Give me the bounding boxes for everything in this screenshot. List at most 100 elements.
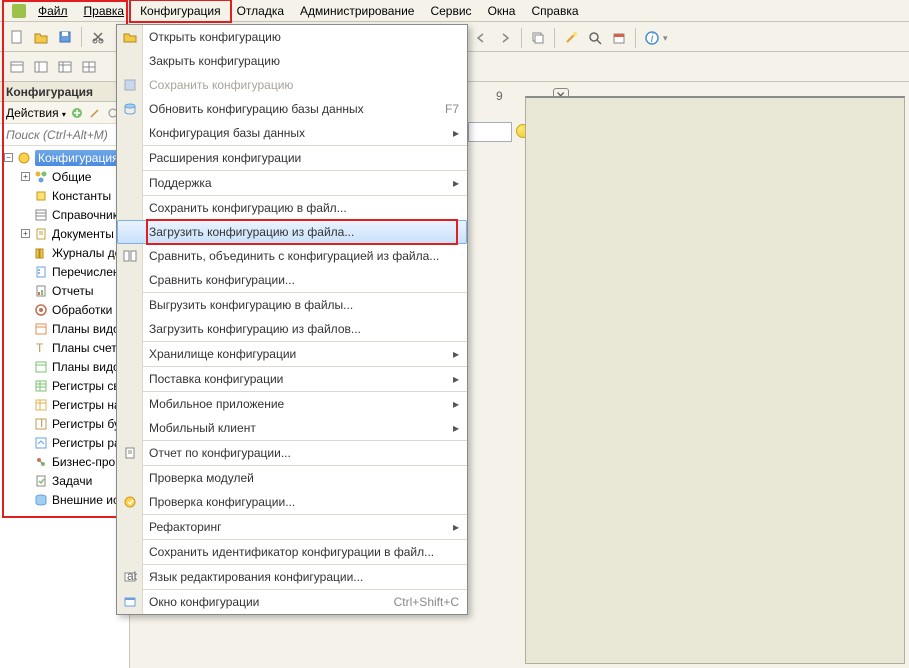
tree-item[interactable]: Регистры сведений bbox=[0, 376, 129, 395]
actions-dropdown[interactable]: Действия ▾ bbox=[6, 106, 66, 120]
tree-item[interactable]: Константы bbox=[0, 186, 129, 205]
content-area bbox=[525, 96, 905, 664]
chevron-right-icon: ▸ bbox=[453, 347, 459, 361]
panel-actions: Действия ▾ bbox=[0, 102, 129, 124]
tree-item[interactable]: Планы видов bbox=[0, 357, 129, 376]
tree-item[interactable]: ТПланы счетов bbox=[0, 338, 129, 357]
sheet3-icon[interactable] bbox=[54, 56, 76, 78]
menu-mobile-app[interactable]: Мобильное приложение▸ bbox=[117, 392, 467, 416]
menu-close-config[interactable]: Закрыть конфигурацию bbox=[117, 49, 467, 73]
menu-update-db[interactable]: Обновить конфигурацию базы данныхF7 bbox=[117, 97, 467, 121]
menu-help[interactable]: Справка bbox=[523, 2, 586, 20]
menu-export-files[interactable]: Выгрузить конфигурацию в файлы... bbox=[117, 293, 467, 317]
menu-db-config[interactable]: Конфигурация базы данных▸ bbox=[117, 121, 467, 145]
chevron-right-icon: ▸ bbox=[453, 421, 459, 435]
chevron-right-icon: ▸ bbox=[453, 176, 459, 190]
menu-repository[interactable]: Хранилище конфигурации▸ bbox=[117, 342, 467, 366]
configuration-dropdown: Открыть конфигурацию Закрыть конфигураци… bbox=[116, 24, 468, 615]
menu-service[interactable]: Сервис bbox=[422, 2, 479, 20]
menu-check-config[interactable]: Проверка конфигурации... bbox=[117, 490, 467, 514]
menu-support[interactable]: Поддержка▸ bbox=[117, 171, 467, 195]
config-panel: Конфигурация ✕ Действия ▾ − Конфигурация… bbox=[0, 82, 130, 668]
app-icon bbox=[8, 0, 30, 22]
save-icon[interactable] bbox=[54, 26, 76, 48]
save-icon bbox=[121, 76, 139, 94]
tree-item[interactable]: Регистры расчета bbox=[0, 433, 129, 452]
sheet2-icon[interactable] bbox=[30, 56, 52, 78]
menu-save-config[interactable]: Сохранить конфигурацию bbox=[117, 73, 467, 97]
tree-item[interactable]: Внешние источники bbox=[0, 490, 129, 509]
tree-item[interactable]: Перечисления bbox=[0, 262, 129, 281]
chevron-right-icon: ▸ bbox=[453, 520, 459, 534]
svg-text:ab: ab bbox=[127, 570, 137, 583]
tree-item[interactable]: Отчеты bbox=[0, 281, 129, 300]
menu-save-to-file[interactable]: Сохранить конфигурацию в файл... bbox=[117, 196, 467, 220]
chevron-right-icon: ▸ bbox=[453, 126, 459, 140]
menu-import-files[interactable]: Загрузить конфигурацию из файлов... bbox=[117, 317, 467, 341]
menu-administration[interactable]: Администрирование bbox=[292, 2, 422, 20]
menu-open-config[interactable]: Открыть конфигурацию bbox=[117, 25, 467, 49]
menu-debug[interactable]: Отладка bbox=[229, 2, 292, 20]
sheet1-icon[interactable] bbox=[6, 56, 28, 78]
wand2-icon[interactable] bbox=[88, 106, 102, 120]
menu-configuration[interactable]: Конфигурация bbox=[132, 2, 229, 20]
tree-item[interactable]: Регистры накопления bbox=[0, 395, 129, 414]
menu-save-id[interactable]: Сохранить идентификатор конфигурации в ф… bbox=[117, 540, 467, 564]
chevron-right-icon: ▸ bbox=[453, 372, 459, 386]
menu-windows[interactable]: Окна bbox=[480, 2, 524, 20]
menu-file[interactable]: Файл bbox=[30, 2, 76, 20]
calendar-icon[interactable] bbox=[608, 27, 630, 49]
tree-item[interactable]: +Документы bbox=[0, 224, 129, 243]
menu-mobile-client[interactable]: Мобильный клиент▸ bbox=[117, 416, 467, 440]
open-icon[interactable] bbox=[30, 26, 52, 48]
menu-edit[interactable]: Правка bbox=[76, 2, 133, 20]
tree-item[interactable]: Бизнес-процессы bbox=[0, 452, 129, 471]
lang-icon: ab bbox=[121, 568, 139, 586]
small-field[interactable] bbox=[468, 122, 512, 142]
cut-icon[interactable] bbox=[87, 26, 109, 48]
compare-merge-icon bbox=[121, 247, 139, 265]
menu-config-window[interactable]: Окно конфигурацииCtrl+Shift+C bbox=[117, 590, 467, 614]
panel-title: Конфигурация ✕ bbox=[0, 82, 129, 102]
tree-item[interactable]: Обработки bbox=[0, 300, 129, 319]
tree-item[interactable]: +Общие bbox=[0, 167, 129, 186]
toolbar-right-section: i ▾ bbox=[470, 24, 668, 52]
window-icon bbox=[121, 593, 139, 611]
menu-config-report[interactable]: Отчет по конфигурации... bbox=[117, 441, 467, 465]
tree-item[interactable]: Задачи bbox=[0, 471, 129, 490]
sheet4-icon[interactable] bbox=[78, 56, 100, 78]
db-update-icon bbox=[121, 100, 139, 118]
svg-text:Т: Т bbox=[36, 341, 44, 355]
menu-delivery[interactable]: Поставка конфигурации▸ bbox=[117, 367, 467, 391]
menu-check-modules[interactable]: Проверка модулей bbox=[117, 466, 467, 490]
chevron-right-icon: ▸ bbox=[453, 397, 459, 411]
menu-refactoring[interactable]: Рефакторинг▸ bbox=[117, 515, 467, 539]
svg-text:Т: Т bbox=[38, 417, 46, 430]
menu-compare-merge[interactable]: Сравнить, объединить с конфигурацией из … bbox=[117, 244, 467, 268]
search-input[interactable] bbox=[0, 124, 129, 145]
wand-icon[interactable] bbox=[560, 27, 582, 49]
folder-open-icon bbox=[121, 28, 139, 46]
search-row bbox=[0, 124, 129, 146]
menu-extensions[interactable]: Расширения конфигурации bbox=[117, 146, 467, 170]
report-icon bbox=[121, 444, 139, 462]
info-icon[interactable]: i bbox=[641, 27, 663, 49]
add-icon[interactable] bbox=[70, 106, 84, 120]
new-icon[interactable] bbox=[6, 26, 28, 48]
tree-item[interactable]: Журналы документов bbox=[0, 243, 129, 262]
menubar: Файл Правка Конфигурация Отладка Админис… bbox=[0, 0, 909, 22]
copy-icon[interactable] bbox=[527, 27, 549, 49]
config-tree: − Конфигурация +Общие Константы Справочн… bbox=[0, 146, 129, 511]
tab-number: 9 bbox=[496, 89, 503, 103]
svg-text:i: i bbox=[651, 31, 654, 45]
arrow-back-icon[interactable] bbox=[470, 27, 492, 49]
tree-item[interactable]: Планы видов bbox=[0, 319, 129, 338]
arrow-forward-icon[interactable] bbox=[494, 27, 516, 49]
menu-load-from-file[interactable]: Загрузить конфигурацию из файла... bbox=[117, 220, 467, 244]
menu-edit-lang[interactable]: abЯзык редактирования конфигурации... bbox=[117, 565, 467, 589]
menu-compare[interactable]: Сравнить конфигурации... bbox=[117, 268, 467, 292]
tree-item[interactable]: ТРегистры бухгалтерии bbox=[0, 414, 129, 433]
tree-root[interactable]: − Конфигурация bbox=[0, 148, 129, 167]
magnify-icon[interactable] bbox=[584, 27, 606, 49]
tree-item[interactable]: Справочники bbox=[0, 205, 129, 224]
